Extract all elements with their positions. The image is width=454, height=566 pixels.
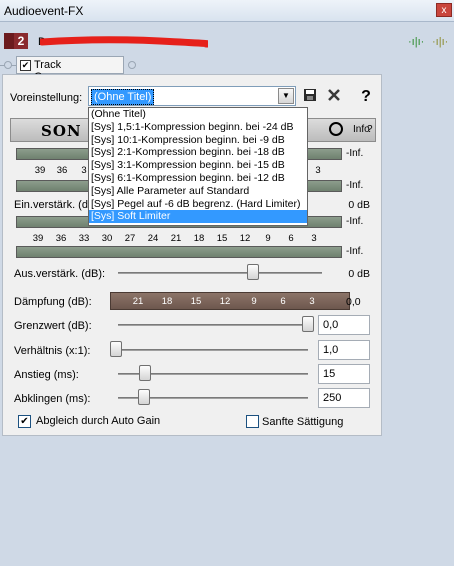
release-slider[interactable] xyxy=(137,389,150,405)
fx-enable-checkbox[interactable]: ✔ xyxy=(20,60,31,71)
plug-green-icon[interactable]: ·ı|ı· xyxy=(408,36,424,48)
ratio-label: Verhältnis (x:1): xyxy=(14,345,91,357)
sony-logo: SON xyxy=(41,122,82,140)
reduction-label: Dämpfung (dB): xyxy=(14,296,92,308)
auto-gain-checkbox[interactable]: ✔ xyxy=(18,415,31,428)
tab-track-compressor[interactable]: ✔ Track Compressor xyxy=(16,56,124,83)
scale-label: 12 xyxy=(239,233,251,244)
ratio-track[interactable] xyxy=(114,349,308,351)
tab-connector-right xyxy=(128,61,136,69)
redaction-mark xyxy=(40,36,208,48)
threshold-label: Grenzwert (dB): xyxy=(14,320,92,332)
reduction-scale-label: 9 xyxy=(251,296,257,307)
scale-label: 36 xyxy=(56,165,68,176)
ratio-field[interactable]: 1,0 xyxy=(318,340,370,360)
ratio-slider[interactable] xyxy=(110,341,122,357)
tab-connector-left xyxy=(4,61,12,69)
preset-option[interactable]: [Sys] 6:1-Kompression beginn. bei -12 dB xyxy=(89,172,307,185)
output-gain-slider[interactable] xyxy=(247,264,259,280)
output-gain-value: 0 dB xyxy=(348,268,370,280)
help-icon[interactable]: ? xyxy=(358,88,374,106)
output-gain-track[interactable] xyxy=(118,272,322,274)
output-meter-right xyxy=(16,246,342,258)
threshold-slider[interactable] xyxy=(302,316,314,332)
scale-label: 15 xyxy=(216,233,228,244)
gain-reduction-meter: 21 18 15 12 9 6 3 xyxy=(110,292,350,310)
output-meter-right-inf: -Inf. xyxy=(346,246,364,257)
threshold-track[interactable] xyxy=(118,324,314,326)
scale-label: 18 xyxy=(193,233,205,244)
scale-label: 36 xyxy=(55,233,67,244)
preset-option[interactable]: [Sys] 10:1-Kompression beginn. bei -9 dB xyxy=(89,134,307,147)
reduction-scale-label: 18 xyxy=(161,296,173,307)
output-gain-label: Aus.verstärk. (dB): xyxy=(14,268,106,280)
reduction-scale-label: 12 xyxy=(219,296,231,307)
preset-option[interactable]: [Sys] 3:1-Kompression beginn. bei -15 dB xyxy=(89,159,307,172)
preset-dropdown-list[interactable]: (Ohne Titel) [Sys] 1,5:1-Kompression begi… xyxy=(88,107,308,226)
scale-label: 9 xyxy=(265,233,271,244)
preset-label: Voreinstellung: xyxy=(10,92,83,104)
preset-option[interactable]: [Sys] Soft Limiter xyxy=(89,210,307,224)
preset-option[interactable]: [Sys] 1,5:1-Kompression beginn. bei -24 … xyxy=(89,121,307,134)
attack-label: Anstieg (ms): xyxy=(14,369,79,381)
scale-label: 33 xyxy=(78,233,90,244)
plug-yellow-icon[interactable]: ·ı|ı· xyxy=(432,36,448,48)
release-field[interactable]: 250 xyxy=(318,388,370,408)
window-titlebar: Audioevent-FX x xyxy=(0,0,454,22)
save-icon[interactable] xyxy=(302,88,318,106)
scale-label: 21 xyxy=(170,233,182,244)
preset-select[interactable]: (Ohne Titel) ▼ xyxy=(88,86,296,106)
bypass-icon[interactable] xyxy=(329,122,343,136)
channel-number[interactable]: 2 xyxy=(14,33,28,49)
input-gain-value: 0 dB xyxy=(348,199,370,211)
reduction-scale-label: 15 xyxy=(190,296,202,307)
input-meter-right-inf: -Inf. xyxy=(346,180,364,191)
attack-field[interactable]: 15 xyxy=(318,364,370,384)
auto-gain-label: Abgleich durch Auto Gain xyxy=(36,415,161,427)
output-meter-left-inf: -Inf. xyxy=(346,216,364,227)
scale-label: 3 xyxy=(315,165,321,176)
reduction-scale-label: 21 xyxy=(132,296,144,307)
preset-option[interactable]: [Sys] Alle Parameter auf Standard xyxy=(89,185,307,198)
reduction-scale-label: 6 xyxy=(280,296,286,307)
preset-selected-value: (Ohne Titel) xyxy=(91,89,155,105)
close-button[interactable]: x xyxy=(436,3,452,17)
delete-icon[interactable] xyxy=(326,88,342,106)
attack-slider[interactable] xyxy=(139,365,152,381)
preset-option[interactable]: [Sys] Pegel auf -6 dB begrenz. (Hard Lim… xyxy=(89,198,307,211)
channel-arrow-icon[interactable] xyxy=(4,33,14,49)
preset-option[interactable]: (Ohne Titel) xyxy=(89,108,307,121)
input-meter-left-inf: -Inf. xyxy=(346,148,364,159)
window-title: Audioevent-FX xyxy=(4,4,84,18)
reduction-value: 0,0 xyxy=(346,296,361,308)
scale-label: 6 xyxy=(288,233,294,244)
scale-label: 27 xyxy=(124,233,136,244)
scale-label: 24 xyxy=(147,233,159,244)
brand-help-icon[interactable]: ? xyxy=(367,124,373,135)
scale-label: 39 xyxy=(32,233,44,244)
input-gain-label: Ein.verstärk. (d xyxy=(14,199,88,211)
scale-label: 30 xyxy=(101,233,113,244)
threshold-field[interactable]: 0,0 xyxy=(318,315,370,335)
soft-saturation-label: Sanfte Sättigung xyxy=(262,416,344,428)
scale-label: 3 xyxy=(311,233,317,244)
window-background xyxy=(0,436,454,566)
preset-option[interactable]: [Sys] 2:1-Kompression beginn. bei -18 dB xyxy=(89,146,307,159)
reduction-scale-label: 3 xyxy=(309,296,315,307)
fx-chain-bar: 2 D ·ı|ı· ·ı|ı· xyxy=(0,28,454,54)
scale-label: 39 xyxy=(34,165,46,176)
chevron-down-icon[interactable]: ▼ xyxy=(278,88,294,104)
release-label: Abklingen (ms): xyxy=(14,393,91,405)
soft-saturation-checkbox[interactable] xyxy=(246,415,259,428)
